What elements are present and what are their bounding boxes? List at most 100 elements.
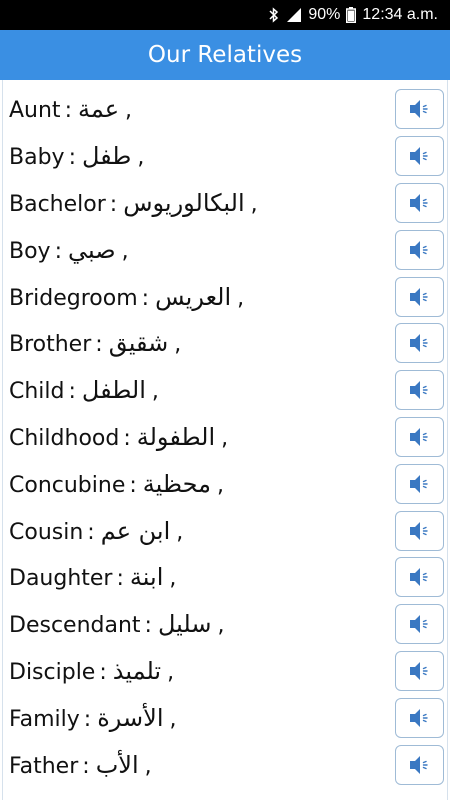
speaker-icon [409,287,428,306]
trailing-comma: , [217,613,225,639]
separator: : [129,472,137,498]
speaker-icon [409,427,428,446]
arabic-word: البكالوريوس [123,188,245,217]
separator: : [68,145,76,171]
word-text: Boy: صبي, [9,236,129,264]
list-item: Descendant: سليل, [3,601,447,648]
separator: : [95,332,103,358]
trailing-comma: , [125,98,133,124]
word-text: Father: الأب, [9,751,152,779]
play-audio-button[interactable] [395,276,444,317]
trailing-comma: , [137,145,145,171]
word-text: Concubine: محظية, [9,470,224,498]
word-text: Bachelor: البكالوريوس, [9,189,258,217]
trailing-comma: , [250,191,258,217]
trailing-comma: , [174,332,182,358]
english-word: Baby [9,145,65,171]
trailing-comma: , [216,472,224,498]
arabic-word: ابن عم [100,516,171,545]
arabic-word: الطفولة [136,422,216,451]
play-audio-button[interactable] [395,416,444,457]
arabic-word: العريس [155,282,232,311]
english-word: Bridegroom [9,285,138,311]
signal-icon [286,7,302,23]
play-audio-button[interactable] [395,697,444,738]
list-item: Boy: صبي, [3,226,447,273]
separator: : [109,191,118,217]
trailing-comma: , [169,566,177,592]
speaker-icon [409,755,428,774]
separator: : [68,379,76,405]
english-word: Concubine [9,472,126,498]
arabic-word: شقيق [108,329,169,358]
separator: : [123,425,131,451]
word-text: Aunt: عمة, [9,95,132,123]
list-item: Family: الأسرة, [3,694,447,741]
trailing-comma: , [151,379,159,405]
arabic-word: الطفل [81,376,146,405]
play-audio-button[interactable] [395,229,444,270]
battery-percent: 90% [308,6,341,23]
play-audio-button[interactable] [395,604,444,645]
play-audio-button[interactable] [395,182,444,223]
battery-icon [346,7,357,23]
list-item: Child: الطفل, [3,367,447,414]
arabic-word: سليل [157,610,212,639]
clock: 12:34 a.m. [362,6,438,23]
trailing-comma: , [221,425,229,451]
separator: : [83,706,92,732]
english-word: Bachelor [9,191,106,217]
trailing-comma: , [169,706,177,732]
arabic-word: تلميذ [112,656,162,685]
arabic-word: طفل [81,142,132,171]
english-word: Disciple [9,659,96,685]
play-audio-button[interactable] [395,370,444,411]
word-text: Childhood: الطفولة, [9,423,228,451]
trailing-comma: , [121,238,129,264]
word-text: Baby: طفل, [9,142,144,170]
play-audio-button[interactable] [395,510,444,551]
list-item: Cousin: ابن عم, [3,507,447,554]
play-audio-button[interactable] [395,89,444,130]
speaker-icon [409,381,428,400]
separator: : [54,238,62,264]
play-audio-button[interactable] [395,744,444,785]
english-word: Brother [9,332,92,358]
speaker-icon [409,615,428,634]
english-word: Descendant [9,613,141,639]
word-text: Disciple: تلميذ, [9,657,174,685]
separator: : [82,753,90,779]
list-item: Bridegroom: العريس, [3,273,447,320]
list-item: Childhood: الطفولة, [3,414,447,461]
list-item: Brother: شقيق, [3,320,447,367]
word-list-frame[interactable]: Aunt: عمة, Baby: طفل, Bachelor: البكالوريوس… [2,80,448,800]
separator: : [99,659,107,685]
speaker-icon [409,193,428,212]
page-title: Our Relatives [147,42,303,68]
word-text: Bridegroom: العريس, [9,283,244,311]
list-item: Aunt: عمة, [3,86,447,133]
play-audio-button[interactable] [395,557,444,598]
separator: : [141,285,150,311]
arabic-word: محظية [142,469,211,498]
separator: : [144,613,152,639]
speaker-icon [409,100,428,119]
list-item: Baby: طفل, [3,133,447,180]
english-word: Childhood [9,425,120,451]
trailing-comma: , [176,519,184,545]
separator: : [87,519,95,545]
app-bar: Our Relatives [0,30,450,80]
trailing-comma: , [144,753,152,779]
speaker-icon [409,240,428,259]
play-audio-button[interactable] [395,650,444,691]
trailing-comma: , [237,285,245,311]
list-item: Disciple: تلميذ, [3,648,447,695]
word-text: Child: الطفل, [9,376,159,404]
speaker-icon [409,708,428,727]
english-word: Aunt [9,98,61,124]
word-text: Cousin: ابن عم, [9,517,183,545]
arabic-word: الأسرة [97,703,164,732]
play-audio-button[interactable] [395,323,444,364]
play-audio-button[interactable] [395,136,444,177]
play-audio-button[interactable] [395,463,444,504]
